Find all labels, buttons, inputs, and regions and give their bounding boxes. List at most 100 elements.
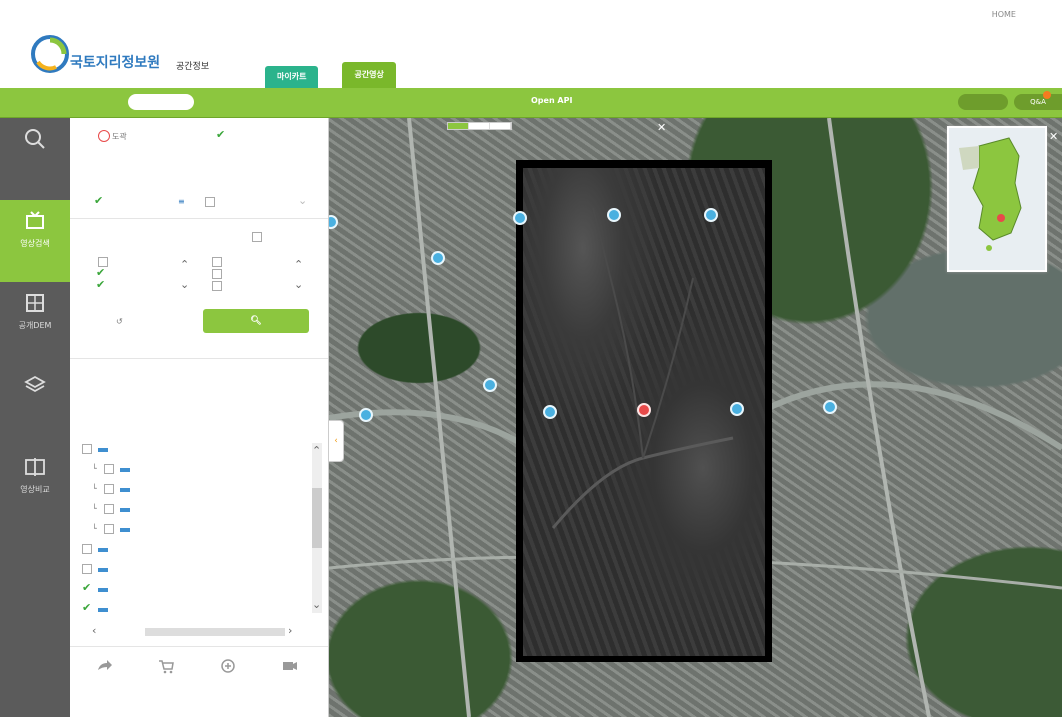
panel-collapse-button[interactable]: ‹ xyxy=(329,420,344,462)
tab-main[interactable]: 마이카트 xyxy=(265,66,319,88)
tree-connector: └ xyxy=(92,504,97,513)
utility-links: HOME xyxy=(980,10,1052,19)
select-all-checkbox[interactable] xyxy=(252,232,262,242)
sidebar-item-label: 공개DEM xyxy=(18,321,52,330)
logo-icon[interactable] xyxy=(30,34,70,74)
tree-checkbox[interactable]: ✔ xyxy=(82,602,91,613)
tab-main[interactable]: 공간영상 xyxy=(342,62,396,88)
sidebar-item-label: 영상검색 xyxy=(20,239,50,248)
map-view[interactable]: ✕ ✕ xyxy=(329,118,1062,717)
map-marker-selected[interactable] xyxy=(637,403,651,417)
subnav-item[interactable]: Open API xyxy=(531,96,572,105)
tab-main[interactable] xyxy=(420,66,444,88)
qa-button[interactable]: Q&A xyxy=(1014,94,1062,110)
folder-icon xyxy=(120,488,130,492)
decade-checkbox[interactable]: ✔ xyxy=(96,279,105,290)
map-tab[interactable] xyxy=(469,123,490,129)
map-marker[interactable] xyxy=(431,251,445,265)
map-layer-tabs xyxy=(447,122,512,130)
reset-button[interactable]: ↺ xyxy=(116,317,123,326)
tree-checkbox[interactable] xyxy=(104,464,114,474)
subnav-pill[interactable] xyxy=(128,94,194,110)
year-up-icon[interactable]: ⌃ xyxy=(294,258,303,271)
folder-icon xyxy=(98,448,108,452)
top-header: HOME 국토지리정보원 공간정보 마이카트 공간영상 xyxy=(0,0,1062,88)
tree-checkbox[interactable]: ✔ xyxy=(82,582,91,593)
tree-checkbox[interactable] xyxy=(104,504,114,514)
image-search-icon xyxy=(26,211,44,229)
tree-checkbox[interactable] xyxy=(82,544,92,554)
minimap-close-icon[interactable]: ✕ xyxy=(1049,130,1058,143)
sidebar-item-search[interactable] xyxy=(0,118,70,200)
dogwak-icon[interactable] xyxy=(98,130,110,142)
divider xyxy=(70,218,328,219)
map-marker[interactable] xyxy=(607,208,621,222)
sidebar-item-layers[interactable] xyxy=(0,364,70,446)
tab-main[interactable] xyxy=(318,66,342,88)
chevron-left-icon: ‹ xyxy=(334,436,338,446)
main-tabs: 마이카트 공간영상 xyxy=(265,60,516,88)
map-marker[interactable] xyxy=(543,405,557,419)
map-marker[interactable] xyxy=(704,208,718,222)
folder-icon xyxy=(120,528,130,532)
util-link[interactable]: HOME xyxy=(992,10,1016,19)
close-icon[interactable]: ✕ xyxy=(657,121,666,134)
year-down-icon[interactable]: ⌄ xyxy=(294,278,303,291)
divider xyxy=(70,646,328,647)
tree-checkbox[interactable] xyxy=(104,484,114,494)
type-extra-icon: ≡ xyxy=(178,197,185,206)
sidebar-item-dem[interactable]: 공개DEM xyxy=(0,282,70,364)
tree-scroll-thumb[interactable] xyxy=(312,488,322,548)
map-tab[interactable] xyxy=(448,123,469,129)
scroll-left-icon[interactable]: ‹ xyxy=(92,624,96,637)
tree-checkbox[interactable] xyxy=(82,564,92,574)
bottom-button[interactable] xyxy=(136,658,196,680)
type-extra-checkbox[interactable] xyxy=(205,197,215,207)
notice-button[interactable] xyxy=(958,94,1008,110)
opt-left-label: 도곽 xyxy=(112,132,127,141)
map-tab[interactable] xyxy=(490,123,511,129)
bottom-button[interactable] xyxy=(260,658,320,680)
scroll-right-icon[interactable]: › xyxy=(288,624,292,637)
decade-up-icon[interactable]: ⌃ xyxy=(180,258,189,271)
folder-icon xyxy=(98,588,108,592)
tab-main[interactable] xyxy=(468,66,492,88)
map-marker[interactable] xyxy=(823,400,837,414)
zoom-detail-icon xyxy=(221,659,235,673)
layers-icon xyxy=(24,375,46,393)
type-checkbox[interactable]: ✔ xyxy=(94,195,103,206)
org-name[interactable]: 국토지리정보원 xyxy=(70,52,160,72)
scroll-down-icon[interactable]: ⌄ xyxy=(312,598,321,611)
compare-icon xyxy=(25,458,45,476)
opt-right-checkbox[interactable]: ✔ xyxy=(216,129,225,140)
overview-minimap[interactable] xyxy=(947,126,1047,272)
tab-main[interactable] xyxy=(492,66,516,88)
divider xyxy=(70,358,328,359)
tab-main[interactable] xyxy=(444,66,468,88)
type-dropdown-icon[interactable]: ⌄ xyxy=(298,194,307,207)
dem-grid-icon xyxy=(26,294,44,312)
year-checkbox[interactable] xyxy=(212,257,222,267)
decade-checkbox[interactable]: ✔ xyxy=(96,267,105,278)
tree-checkbox[interactable] xyxy=(104,524,114,534)
map-marker[interactable] xyxy=(359,408,373,422)
bottom-button[interactable] xyxy=(74,658,134,680)
image-search-button[interactable]: 🔍︎ xyxy=(203,309,309,333)
sidebar-item-compare[interactable]: 영상비교 xyxy=(0,446,70,528)
korea-peninsula-icon xyxy=(959,137,1022,251)
map-marker[interactable] xyxy=(730,402,744,416)
year-checkbox[interactable] xyxy=(212,281,222,291)
tree-checkbox[interactable] xyxy=(82,444,92,454)
bottom-button[interactable] xyxy=(198,658,258,680)
year-checkbox[interactable] xyxy=(212,269,222,279)
folder-icon xyxy=(120,468,130,472)
map-marker[interactable] xyxy=(513,211,527,225)
map-marker[interactable] xyxy=(483,378,497,392)
search-icon xyxy=(25,129,45,149)
horizontal-scrollbar[interactable] xyxy=(145,628,285,636)
sidebar-item-image-search[interactable]: 영상검색 xyxy=(0,200,70,282)
video-compare-icon xyxy=(283,662,297,670)
scroll-up-icon[interactable]: ⌃ xyxy=(312,444,321,457)
tab-main[interactable] xyxy=(396,66,420,88)
decade-down-icon[interactable]: ⌄ xyxy=(180,278,189,291)
